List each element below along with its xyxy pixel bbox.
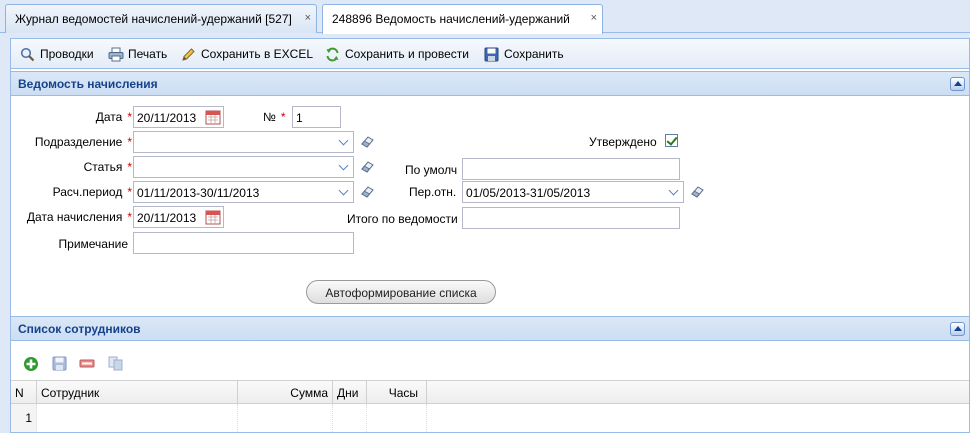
- date-label: Дата *: [95, 110, 132, 124]
- article-label: Статья *: [83, 160, 132, 174]
- cell-employee[interactable]: [37, 404, 238, 432]
- department-combo[interactable]: [133, 131, 354, 153]
- collapse-icon[interactable]: [950, 77, 965, 91]
- total-field[interactable]: [462, 207, 680, 229]
- print-button[interactable]: Печать: [108, 46, 178, 64]
- delete-icon[interactable]: [79, 356, 95, 371]
- rel-period-label: Пер.отн.: [409, 185, 457, 199]
- save-and-post-button[interactable]: Сохранить и провести: [325, 46, 475, 64]
- eraser-icon[interactable]: [360, 160, 375, 173]
- article-combo[interactable]: [133, 156, 354, 178]
- chevron-down-icon[interactable]: [666, 182, 683, 202]
- note-field[interactable]: [133, 232, 354, 254]
- tab-statement-label: 248896 Ведомость начислений-удержаний: [332, 12, 570, 26]
- floppy-disk-icon: [484, 47, 499, 62]
- table-row[interactable]: 1: [11, 404, 969, 432]
- calc-period-combo[interactable]: 01/11/2013-30/11/2013: [133, 181, 354, 203]
- close-icon[interactable]: ×: [591, 12, 597, 24]
- accrual-date-label: Дата начисления *: [26, 210, 132, 224]
- statement-panel: Проводки Печать Сохранить в EXCEL Сохран…: [10, 38, 970, 433]
- add-icon[interactable]: [23, 356, 39, 372]
- default-label: По умолч: [405, 163, 458, 177]
- autoform-list-button[interactable]: Автоформирование списка: [306, 280, 496, 304]
- number-field[interactable]: 1: [292, 106, 341, 128]
- note-label: Примечание: [58, 237, 128, 251]
- main-toolbar: Проводки Печать Сохранить в EXCEL Сохран…: [11, 39, 969, 69]
- search-icon: [20, 47, 35, 62]
- col-header-days[interactable]: Дни: [333, 381, 367, 404]
- date-field[interactable]: 20/11/2013: [133, 106, 224, 128]
- tab-journal[interactable]: Журнал ведомостей начислений-удержаний […: [5, 4, 317, 33]
- col-header-n[interactable]: N: [11, 381, 37, 404]
- grid-toolbar: [11, 351, 969, 379]
- eraser-icon[interactable]: [360, 185, 375, 198]
- col-header-employee[interactable]: Сотрудник: [37, 381, 238, 404]
- chevron-down-icon[interactable]: [336, 182, 353, 202]
- form-section-title: Ведомость начисления: [18, 77, 158, 91]
- calendar-icon[interactable]: [205, 109, 221, 125]
- copy-icon[interactable]: [108, 356, 124, 371]
- tab-strip: Журнал ведомостей начислений-удержаний […: [0, 0, 970, 34]
- pencil-icon: [182, 48, 195, 61]
- total-label: Итого по ведомости: [347, 212, 458, 226]
- row-number: 1: [11, 404, 37, 432]
- approved-checkbox[interactable]: [665, 134, 678, 147]
- col-header-sum[interactable]: Сумма: [238, 381, 333, 404]
- collapse-icon[interactable]: [950, 322, 965, 336]
- eraser-icon[interactable]: [360, 135, 375, 148]
- tab-journal-label: Журнал ведомостей начислений-удержаний […: [15, 12, 292, 26]
- floppy-disk-icon[interactable]: [52, 356, 67, 371]
- chevron-down-icon[interactable]: [336, 132, 353, 152]
- save-excel-button[interactable]: Сохранить в EXCEL: [181, 46, 319, 64]
- approved-label: Утверждено: [589, 135, 657, 149]
- accrual-date-field[interactable]: 20/11/2013: [133, 206, 224, 228]
- calc-period-label: Расч.период *: [52, 185, 132, 199]
- cell-hours[interactable]: [367, 404, 427, 432]
- employees-section-title: Список сотрудников: [18, 322, 141, 336]
- eraser-icon[interactable]: [690, 185, 705, 198]
- default-field[interactable]: [462, 158, 680, 180]
- grid-header: N Сотрудник Сумма Дни Часы: [11, 380, 969, 404]
- employees-section-header[interactable]: Список сотрудников: [11, 316, 969, 341]
- chevron-down-icon[interactable]: [336, 157, 353, 177]
- postings-button[interactable]: Проводки: [20, 46, 110, 64]
- number-label: № *: [263, 110, 286, 124]
- department-label: Подразделение *: [34, 135, 132, 149]
- printer-icon: [108, 47, 124, 62]
- form-section-header[interactable]: Ведомость начисления: [11, 71, 969, 96]
- cell-days[interactable]: [333, 404, 367, 432]
- refresh-icon: [326, 47, 339, 62]
- calendar-icon[interactable]: [205, 209, 221, 225]
- close-icon[interactable]: ×: [305, 12, 311, 24]
- rel-period-combo[interactable]: 01/05/2013-31/05/2013: [462, 181, 684, 203]
- save-button[interactable]: Сохранить: [484, 46, 569, 64]
- tab-statement[interactable]: 248896 Ведомость начислений-удержаний ×: [322, 4, 603, 34]
- col-header-hours[interactable]: Часы: [367, 381, 427, 404]
- cell-sum[interactable]: [238, 404, 333, 432]
